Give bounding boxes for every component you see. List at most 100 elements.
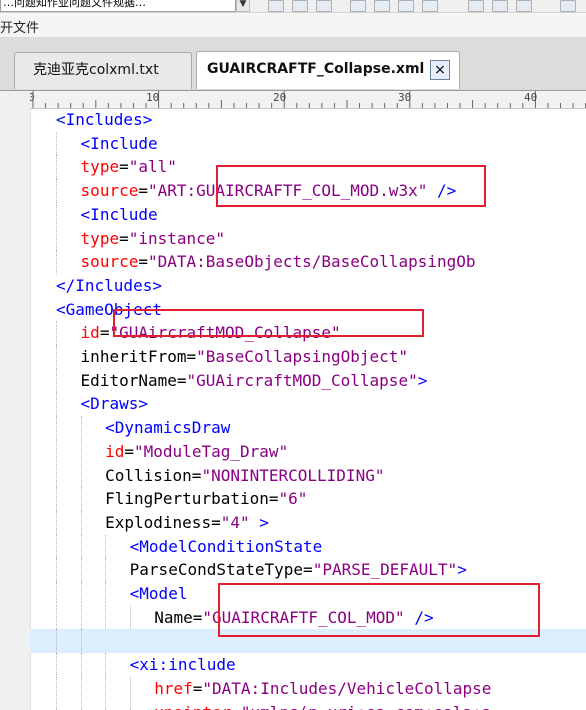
indent-guide	[56, 250, 57, 274]
code-line[interactable]: 2−<ModelConditionState	[30, 534, 586, 559]
ruler-label: 40	[524, 91, 538, 104]
code-token-tag: >	[259, 512, 269, 532]
code-content: type="all"	[81, 155, 177, 179]
code-content: <GameObject	[56, 298, 162, 322]
code-content: <Include	[81, 203, 158, 227]
tab-guaircraftf-collapse-xml[interactable]: GUAIRCRAFTF_Collapse.xml ×	[196, 51, 460, 89]
code-token-val: "PARSE_DEFAULT"	[312, 560, 458, 580]
indent-guide	[129, 605, 131, 630]
indent-guide	[56, 439, 57, 464]
code-token-val: "ModuleTag_Draw"	[134, 441, 289, 461]
code-token-val: "BaseCollapsingObject"	[196, 347, 409, 366]
indent-guide	[80, 463, 82, 488]
tab-colxml-txt[interactable]: 克迪亚克colxml.txt	[14, 52, 192, 89]
code-token-val: "GUAircraftMOD_Collapse"	[109, 323, 341, 343]
indent-guide	[56, 653, 57, 677]
code-line[interactable]: 5Name="GUAIRCRAFTF_COL_MOD" />	[30, 605, 586, 630]
indent-guide	[105, 700, 107, 710]
code-token-tag: <Draws>	[80, 394, 148, 414]
code-line[interactable]: 6	[30, 629, 586, 654]
indent-guide	[56, 345, 57, 369]
code-line[interactable]: 6−<Draws>	[30, 392, 586, 417]
close-icon[interactable]: ×	[430, 60, 450, 80]
code-content: <Draws>	[81, 392, 148, 416]
indent-guide	[129, 700, 131, 710]
code-token-attr: source	[80, 181, 139, 201]
code-line[interactable]: 7−<DynamicsDraw	[30, 416, 586, 440]
code-line[interactable]: 9xpointer="xmlns(n=uri:ea.com:eala:a	[30, 700, 586, 710]
code-line[interactable]: 5EditorName="GUAircraftMOD_Collapse">	[30, 368, 586, 393]
indent-guide	[105, 676, 107, 701]
code-token-val: "DATA:Includes/VehicleCollapse	[202, 678, 492, 698]
code-content: <Includes>	[56, 108, 152, 132]
save-all-icon[interactable]	[398, 0, 414, 12]
menubar: 开文件	[0, 13, 586, 38]
code-line[interactable]: 0FlingPerturbation="6"	[30, 487, 586, 511]
save-icon[interactable]	[268, 0, 284, 12]
indent-guide	[56, 321, 57, 345]
code-line[interactable]: 2−<GameObject	[30, 298, 586, 322]
code-line[interactable]: 9Collision="NONINTERCOLLIDING"	[30, 463, 586, 488]
code-token-val: "GUAircraftMOD_Collapse"	[186, 370, 418, 390]
code-content: inheritFrom="BaseCollapsingObject"	[81, 345, 409, 369]
indent-guide	[80, 605, 82, 630]
indent-guide	[105, 582, 107, 606]
copy-icon[interactable]	[422, 0, 438, 12]
code-content: EditorName="GUAircraftMOD_Collapse">	[81, 369, 428, 393]
code-token-val: "4"	[220, 512, 250, 532]
undo-icon[interactable]	[316, 0, 332, 12]
code-line[interactable]: 4−<Includes>	[30, 108, 586, 132]
indent-guide	[56, 582, 57, 606]
open-file-icon[interactable]	[374, 0, 390, 12]
code-token-val: "NONINTERCOLLIDING"	[201, 465, 385, 485]
code-line[interactable]: 1Explodiness="4" >	[30, 510, 586, 535]
indent-guide	[80, 534, 82, 559]
menu-item-file[interactable]: 开文件	[0, 17, 39, 36]
code-line[interactable]: 7−<xi:include	[30, 653, 586, 677]
code-line[interactable]: 4inheritFrom="BaseCollapsingObject"	[30, 345, 586, 369]
indent-guide	[56, 487, 57, 511]
indent-guide	[56, 510, 57, 535]
code-content: <ModelConditionState	[130, 535, 323, 559]
ruler-label: 10	[146, 91, 160, 104]
code-line[interactable]: 5−<Include	[30, 131, 586, 156]
code-content: ParseCondStateType="PARSE_DEFAULT">	[130, 558, 467, 582]
new-file-icon[interactable]	[350, 0, 366, 12]
code-content: type="instance"	[81, 227, 226, 251]
code-token-txt: Collision=	[105, 465, 202, 485]
print-icon[interactable]	[292, 0, 308, 12]
indent-guide	[56, 416, 57, 440]
indent-guide	[105, 558, 107, 582]
find-icon[interactable]	[468, 0, 484, 12]
code-line[interactable]: 3ParseCondStateType="PARSE_DEFAULT">	[30, 558, 586, 582]
code-line[interactable]: 8−<Include	[30, 202, 586, 227]
column-ruler: 0 10 20 30 40	[30, 91, 586, 109]
code-line[interactable]: 6type="all"	[30, 155, 586, 180]
tools-icon[interactable]	[516, 0, 532, 12]
code-token-val: "xmlns(n=uri:ea.com:eala:a	[241, 703, 491, 710]
chevron-down-icon[interactable]: ▼	[236, 0, 250, 12]
code-line[interactable]: 1</Includes>	[30, 274, 586, 298]
code-line[interactable]: 8href="DATA:Includes/VehicleCollapse	[30, 676, 586, 701]
indent-guide	[80, 582, 82, 606]
code-content: <xi:include	[130, 653, 236, 677]
help-icon[interactable]	[560, 0, 576, 12]
code-editor[interactable]: 4−<Includes>5−<Include6type="all"7source…	[30, 108, 586, 710]
replace-icon[interactable]	[492, 0, 508, 12]
code-line[interactable]: 9type="instance"	[30, 226, 586, 251]
toolbar-combo[interactable]: …问题知作业问题文件规据…	[0, 0, 236, 12]
code-token-txt: ParseCondStateType=	[129, 560, 313, 580]
code-line[interactable]: 0source="DATA:BaseObjects/BaseCollapsing…	[30, 250, 586, 274]
code-token-tag: >	[457, 560, 467, 580]
code-line[interactable]: 8id="ModuleTag_Draw"	[30, 439, 586, 464]
code-content: <Model	[130, 582, 188, 606]
code-line[interactable]: 3id="GUAircraftMOD_Collapse"	[30, 321, 586, 345]
code-token-tag: <Include	[80, 133, 158, 153]
indent-guide	[105, 605, 107, 630]
code-line[interactable]: 4−<Model	[30, 582, 586, 606]
code-token-txt: =	[119, 228, 129, 248]
code-token-tag: <DynamicsDraw	[105, 418, 231, 438]
code-line[interactable]: 7source="ART:GUAIRCRAFTF_COL_MOD.w3x" />	[30, 179, 586, 203]
